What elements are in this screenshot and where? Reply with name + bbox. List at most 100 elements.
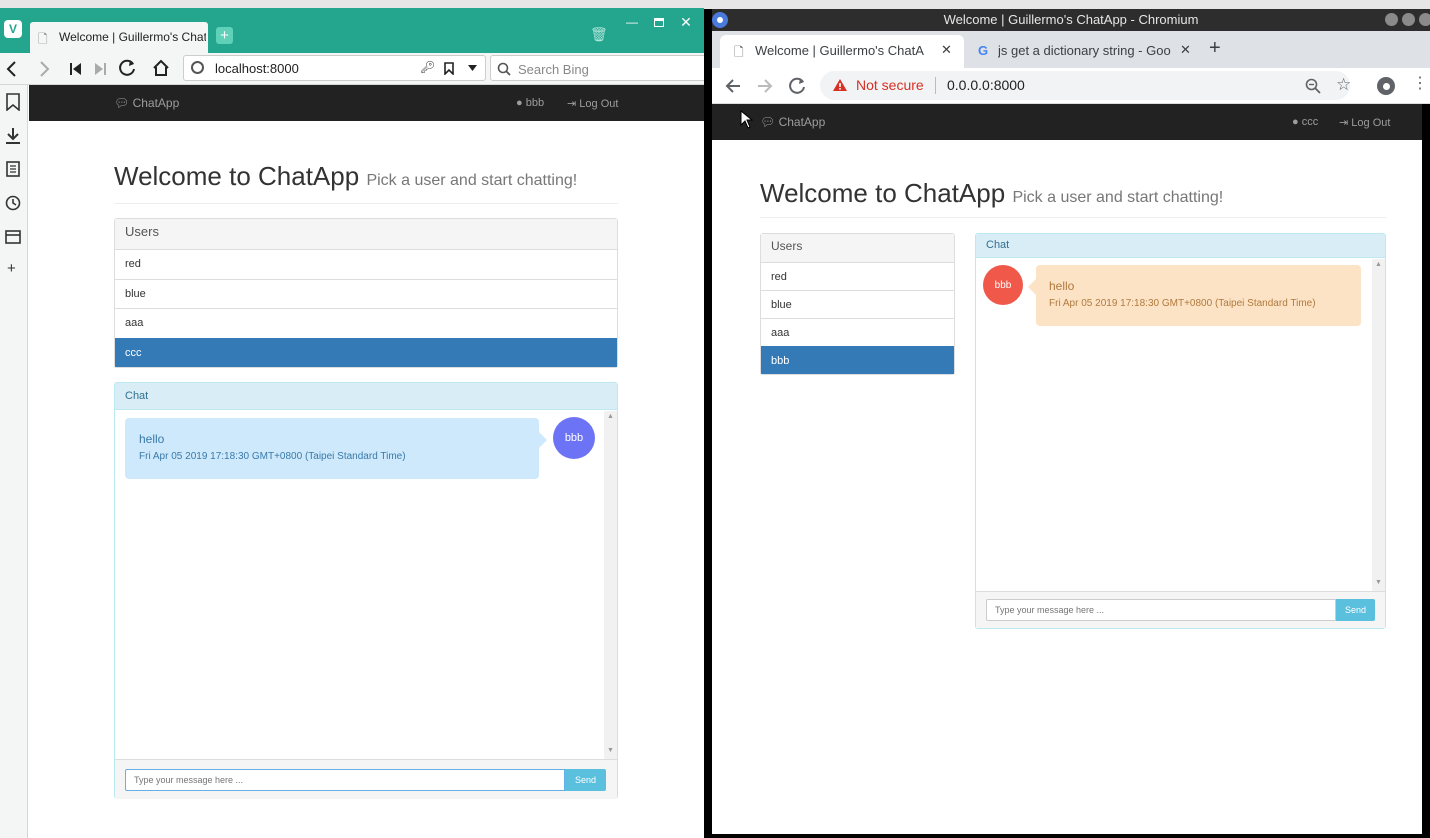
- title-strip: [704, 0, 1430, 9]
- add-panel-icon[interactable]: +: [7, 260, 16, 277]
- google-icon: G: [978, 43, 989, 58]
- message-input[interactable]: [986, 599, 1336, 621]
- chat-footer: Send: [115, 759, 617, 799]
- user-list-item[interactable]: ccc: [115, 337, 617, 367]
- divider: [114, 203, 618, 204]
- close-icon[interactable]: ✕: [678, 14, 694, 30]
- user-icon: ●: [516, 97, 523, 109]
- users-panel: Users red blue aaa bbb: [760, 233, 955, 375]
- send-button[interactable]: Send: [565, 769, 606, 791]
- user-list-item[interactable]: blue: [761, 290, 954, 318]
- page-title: Welcome to ChatApp Pick a user and start…: [114, 161, 577, 192]
- tab-welcome[interactable]: 🗋 Welcome | Guillermo's Chat: [30, 22, 208, 53]
- back-icon[interactable]: [725, 78, 741, 94]
- message-time: Fri Apr 05 2019 17:18:30 GMT+0800 (Taipe…: [1049, 298, 1316, 309]
- user-list-item[interactable]: aaa: [761, 318, 954, 346]
- user-label: ccc: [1301, 116, 1319, 128]
- brand-link[interactable]: 💬︎ ChatApp: [114, 96, 179, 110]
- side-panel: +: [0, 85, 28, 838]
- notes-icon[interactable]: [6, 161, 20, 177]
- trash-icon[interactable]: 🗑: [590, 26, 608, 42]
- chat-panel: Chat bbb hello Fri Apr 05 2019 17:18:30 …: [975, 233, 1386, 629]
- chat-scrollbar[interactable]: ▲ ▼: [1372, 259, 1385, 591]
- users-panel-heading: Users: [115, 219, 617, 250]
- search-field[interactable]: Search Bing: [490, 55, 704, 81]
- user-label: bbb: [525, 97, 545, 109]
- tab-label: Welcome | Guillermo's ChatA: [755, 43, 924, 58]
- tab-welcome[interactable]: 🗋 Welcome | Guillermo's ChatA ✕: [720, 35, 964, 68]
- zoom-icon[interactable]: [1305, 78, 1321, 94]
- message-time: Fri Apr 05 2019 17:18:30 GMT+0800 (Taipe…: [139, 451, 406, 462]
- chat-scrollbar[interactable]: ▲ ▼: [604, 411, 617, 759]
- message-bubble: hello Fri Apr 05 2019 17:18:30 GMT+0800 …: [125, 418, 547, 479]
- address-bar[interactable]: localhost:8000 🔑︎: [183, 55, 486, 81]
- chat-panel-heading: Chat: [115, 383, 617, 410]
- user-list-item[interactable]: aaa: [115, 308, 617, 338]
- user-list-item[interactable]: bbb: [761, 346, 954, 374]
- scroll-up-icon[interactable]: ▲: [607, 413, 614, 420]
- user-list-item[interactable]: blue: [115, 278, 617, 308]
- rewind-icon[interactable]: [70, 62, 82, 76]
- omnibox[interactable]: Not secure 0.0.0.0:8000: [820, 71, 1350, 100]
- avatar: bbb: [553, 417, 595, 459]
- reload-icon[interactable]: [119, 59, 137, 77]
- logout-link[interactable]: ⇥ Log Out: [567, 97, 618, 110]
- tab-search[interactable]: G js get a dictionary string - Goo ✕: [964, 35, 1200, 68]
- vivaldi-logo-icon[interactable]: V: [4, 20, 22, 38]
- reload-icon[interactable]: [789, 77, 806, 94]
- bookmark-icon[interactable]: [444, 62, 454, 75]
- message-input[interactable]: [125, 769, 565, 791]
- user-list-item[interactable]: red: [761, 262, 954, 290]
- brand-label: ChatApp: [132, 96, 180, 110]
- user-link[interactable]: ● ccc: [1292, 116, 1318, 128]
- divider: [760, 217, 1386, 218]
- forward-icon[interactable]: [757, 78, 773, 94]
- tab-bar: V 🗋 Welcome | Guillermo's Chat + 🗑 — ✕: [0, 8, 704, 53]
- tab-close-icon[interactable]: ✕: [1180, 42, 1191, 58]
- star-icon[interactable]: ☆: [1336, 75, 1351, 95]
- message-text: hello: [139, 432, 165, 446]
- window-panel-icon[interactable]: [5, 229, 21, 245]
- tab-label: js get a dictionary string - Goo: [998, 43, 1171, 58]
- user-link[interactable]: ● bbb: [516, 97, 544, 109]
- back-icon[interactable]: [6, 61, 18, 77]
- key-icon[interactable]: 🔑︎: [420, 60, 435, 74]
- logout-label: Log Out: [579, 98, 619, 110]
- dropdown-icon[interactable]: [468, 65, 477, 72]
- user-icon: ●: [1292, 116, 1299, 128]
- downloads-icon[interactable]: [5, 127, 21, 145]
- security-label[interactable]: Not secure: [856, 77, 924, 93]
- window-button-icon[interactable]: [1419, 13, 1430, 26]
- page-content: 💬︎ ChatApp ● bbb ⇥ Log Out Welcome to Ch…: [29, 85, 704, 838]
- forward-icon[interactable]: [38, 61, 50, 77]
- window-button-icon[interactable]: [1385, 13, 1398, 26]
- window-button-icon[interactable]: [1402, 13, 1415, 26]
- subheading-text: Pick a user and start chatting!: [366, 172, 578, 189]
- maximize-icon[interactable]: [651, 14, 667, 30]
- warning-icon[interactable]: [832, 78, 848, 92]
- menu-icon[interactable]: ⋮: [1412, 76, 1428, 92]
- separator: [935, 77, 936, 94]
- history-icon[interactable]: [5, 195, 21, 211]
- new-tab-icon[interactable]: +: [216, 27, 233, 44]
- bookmarks-icon[interactable]: [6, 93, 20, 111]
- avatar: bbb: [983, 265, 1023, 305]
- new-tab-icon[interactable]: +: [1209, 38, 1221, 58]
- account-icon[interactable]: [1377, 77, 1395, 95]
- fast-forward-icon[interactable]: [94, 62, 106, 76]
- scroll-down-icon[interactable]: ▼: [607, 747, 614, 754]
- comments-icon: 💬︎: [114, 96, 130, 110]
- tab-close-icon[interactable]: ✕: [941, 42, 952, 58]
- send-button[interactable]: Send: [1336, 599, 1375, 621]
- heading-text: Welcome to ChatApp: [114, 161, 360, 191]
- subheading-text: Pick a user and start chatting!: [1012, 189, 1224, 206]
- comments-icon: 💬︎: [760, 115, 776, 129]
- scroll-up-icon[interactable]: ▲: [1375, 261, 1382, 268]
- user-list-item[interactable]: red: [115, 249, 617, 279]
- minimize-icon[interactable]: —: [624, 14, 640, 30]
- home-icon[interactable]: [152, 59, 170, 77]
- scroll-down-icon[interactable]: ▼: [1375, 579, 1382, 586]
- brand-link[interactable]: 💬︎ ChatApp: [760, 115, 825, 129]
- users-panel-heading: Users: [761, 234, 954, 263]
- logout-link[interactable]: ⇥ Log Out: [1339, 116, 1390, 129]
